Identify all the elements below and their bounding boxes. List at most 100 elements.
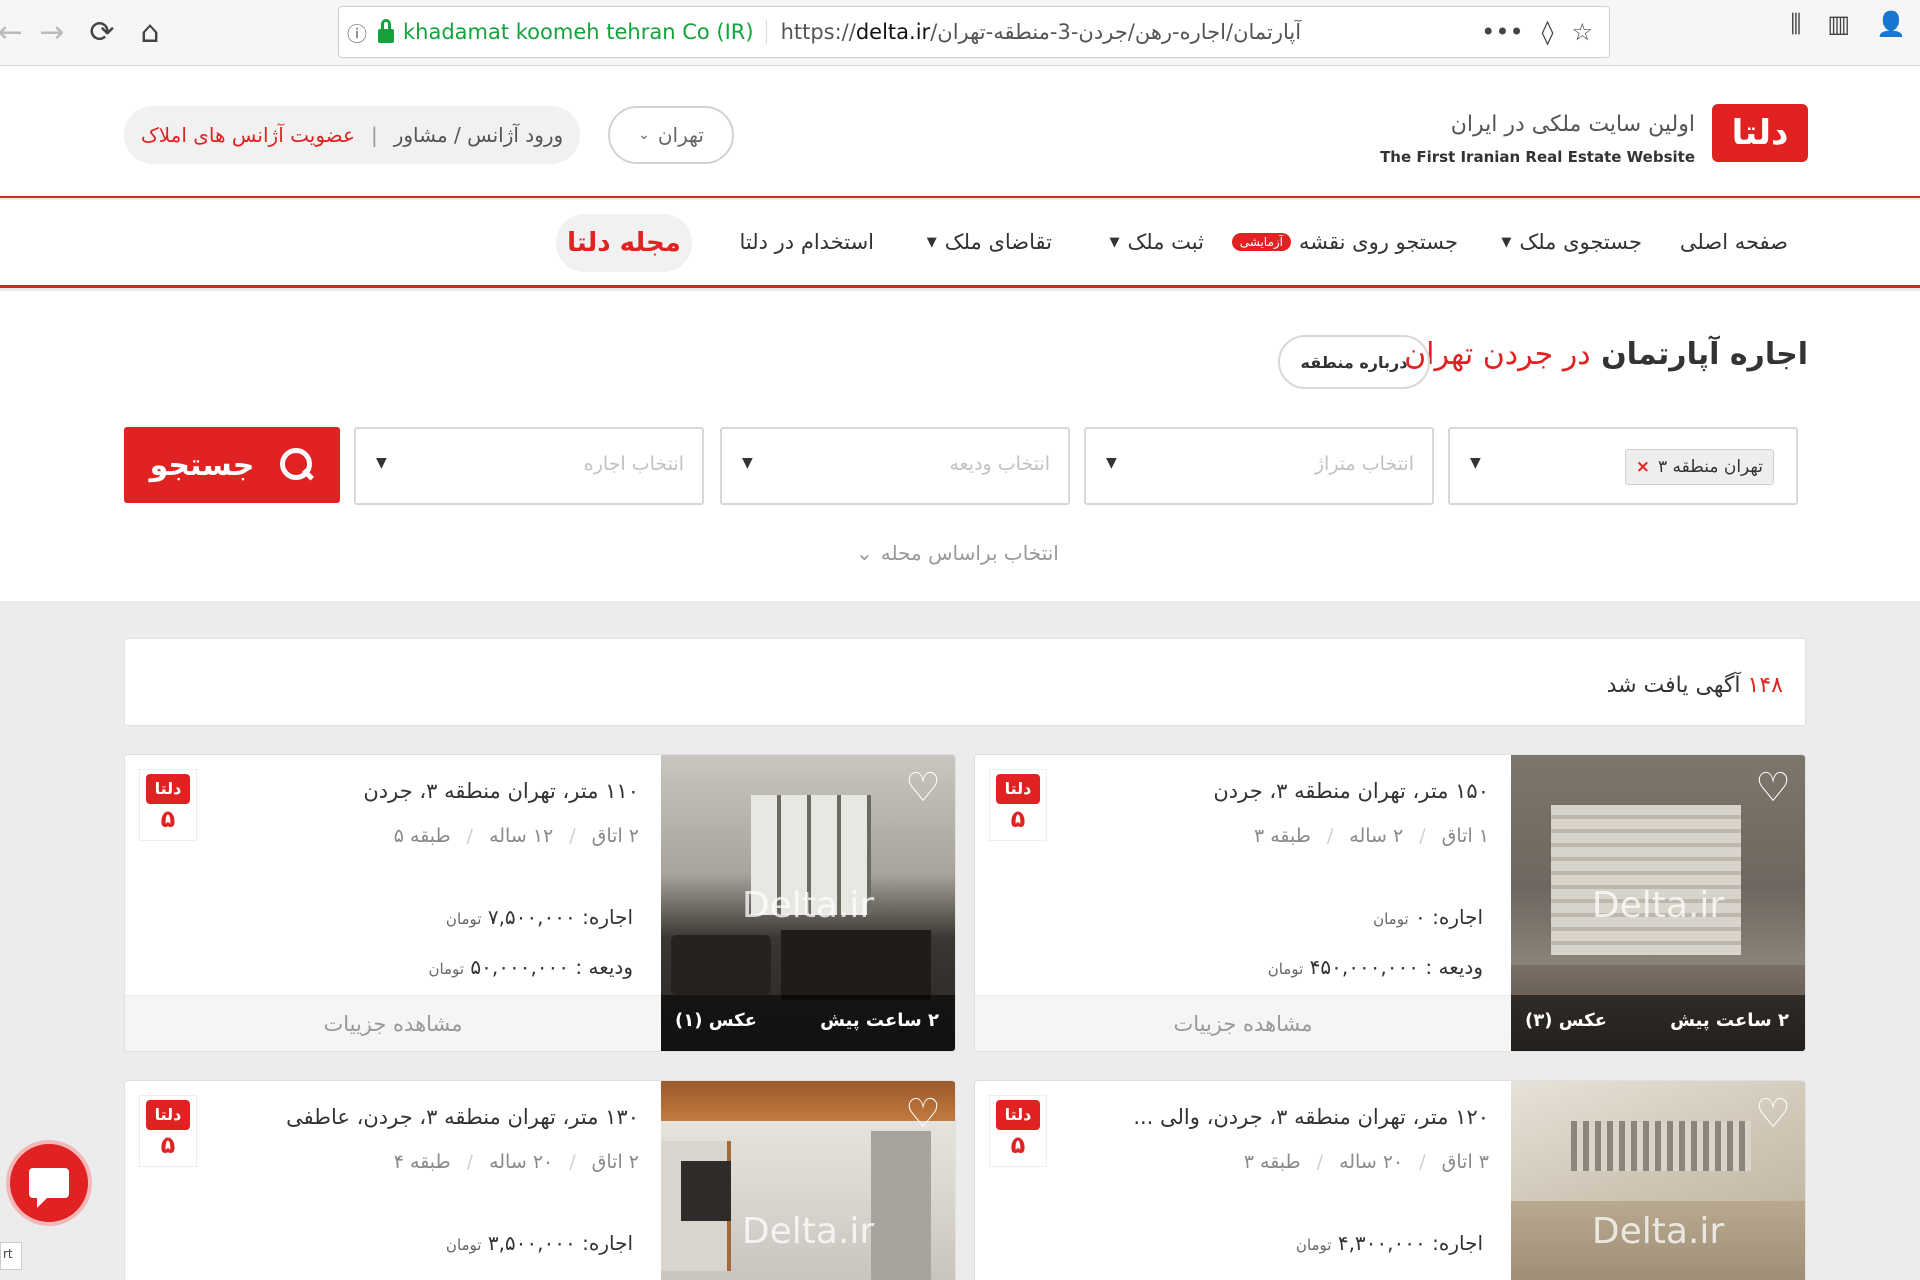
site-header: دلتا اولین سایت ملکی در ایران The First …	[0, 66, 1920, 198]
listing-card[interactable]: Delta.ir ♡ ۲ ساعت پیش عکس (۱) دلتا ۵ ۱۱۰ …	[124, 754, 956, 1052]
chevron-down-icon: ⌄	[638, 127, 650, 143]
about-area-button[interactable]: درباره منطقه	[1278, 335, 1430, 389]
photo-watermark: Delta.ir	[741, 1211, 875, 1252]
dropdown-arrow-icon: ▼	[376, 455, 387, 471]
heart-icon[interactable]: ♡	[1755, 1091, 1791, 1137]
area-placeholder: انتخاب متراژ	[1314, 453, 1414, 475]
nav-home[interactable]: صفحه اصلی	[1680, 230, 1788, 254]
listing-photo[interactable]: Delta.ir ♡	[1511, 1081, 1805, 1280]
region-filter[interactable]: تهران منطقه ۳ × ▼	[1448, 427, 1798, 505]
listing-rent: اجاره: ۴,۳۰۰,۰۰۰ تومان	[1295, 1231, 1483, 1255]
chevron-down-icon: ⌄	[856, 541, 873, 565]
neighborhood-toggle[interactable]: انتخاب براساس محله ⌄	[856, 541, 1059, 565]
listing-rent: اجاره: ۰ تومان	[1373, 905, 1483, 929]
heart-icon[interactable]: ♡	[905, 1091, 941, 1137]
dropdown-arrow-icon: ▼	[1106, 455, 1117, 471]
agency-logo[interactable]: دلتا ۵	[989, 1095, 1047, 1167]
neighborhood-toggle-label: انتخاب براساس محله	[880, 541, 1059, 565]
listing-specs: ۲ اتاق/۲۰ ساله / طبقه ۴	[393, 1151, 639, 1173]
nav-property-request[interactable]: تقاضای ملک ▼	[927, 230, 1052, 254]
nav-search-property[interactable]: جستجوی ملک ▼	[1501, 230, 1642, 254]
nav-register-property[interactable]: ثبت ملک ▼	[1110, 230, 1204, 254]
lock-icon	[375, 19, 397, 43]
nav-jobs[interactable]: استخدام در دلتا	[739, 230, 874, 254]
main-nav: صفحه اصلی جستجوی ملک ▼ جستجو روی نقشه آزما…	[0, 200, 1920, 288]
nav-magazine[interactable]: مجله دلتا	[556, 214, 692, 272]
search-panel: اجاره آپارتمان در جردن تهران درباره منطق…	[0, 291, 1920, 601]
corner-tab[interactable]: rt	[0, 1242, 22, 1270]
listing-rent: اجاره: ۷,۵۰۰,۰۰۰ تومان	[445, 905, 633, 929]
view-details-button[interactable]: مشاهده جزییات	[125, 995, 661, 1051]
reload-button[interactable]: ⟳	[80, 11, 124, 55]
bookmark-star-icon[interactable]: ☆	[1571, 18, 1593, 46]
posted-time: ۲ ساعت پیش	[820, 1010, 939, 1031]
listing-photo[interactable]: Delta.ir ♡ ۲ ساعت پیش عکس (۳)	[1511, 755, 1805, 1051]
listing-rent: اجاره: ۳,۵۰۰,۰۰۰ تومان	[445, 1231, 633, 1255]
listing-photo[interactable]: Delta.ir ♡	[661, 1081, 955, 1280]
caret-down-icon: ▼	[1501, 234, 1512, 250]
home-button[interactable]: ⌂	[128, 11, 172, 55]
url-text[interactable]: https://delta.ir/آپارتمان/اجاره-رهن/جردن…	[767, 20, 1482, 44]
listing-deposit: ودیعه : ۴۵۰,۰۰۰,۰۰۰ تومان	[1267, 955, 1483, 979]
listing-title[interactable]: ۱۳۰ متر، تهران منطقه ۳، جردن، عاطفی	[286, 1105, 639, 1129]
forward-button[interactable]: →	[30, 11, 74, 55]
photo-count: عکس (۱)	[675, 1010, 757, 1031]
photo-count: عکس (۳)	[1525, 1010, 1607, 1031]
listing-specs: ۲ اتاق/۱۲ ساله / طبقه ۵	[393, 825, 639, 847]
photo-overlay: ۲ ساعت پیش عکس (۳)	[1511, 995, 1805, 1051]
agency-separator: |	[370, 123, 378, 147]
library-icon[interactable]: ⫼	[1790, 10, 1801, 38]
agency-logo[interactable]: دلتا ۵	[989, 769, 1047, 841]
dropdown-arrow-icon: ▼	[1470, 455, 1481, 471]
tagline-english: The First Iranian Real Estate Website	[1380, 148, 1695, 166]
listing-deposit: ودیعه : ۵۰,۰۰۰,۰۰۰ تومان	[428, 955, 633, 979]
listing-card[interactable]: Delta.ir ♡ دلتا ۵ ۱۲۰ متر، تهران منطقه ۳،…	[974, 1080, 1806, 1280]
site-info-icon[interactable]: ⓘ	[339, 18, 375, 47]
nav-map-search[interactable]: جستجو روی نقشه آزمایشی	[1231, 230, 1458, 254]
address-bar[interactable]: ⓘ khadamat koomeh tehran Co (IR) https:/…	[338, 6, 1610, 58]
search-button[interactable]: جستجو	[124, 427, 340, 503]
listing-title[interactable]: ۱۲۰ متر، تهران منطقه ۳، جردن، والی ...	[1133, 1105, 1489, 1129]
region-tag-label: تهران منطقه ۳	[1658, 457, 1763, 477]
listing-specs: ۱ اتاق/۲ ساله / طبقه ۳	[1253, 825, 1489, 847]
chat-bubble-icon	[29, 1168, 69, 1208]
trial-badge: آزمایشی	[1231, 233, 1291, 251]
listing-card[interactable]: Delta.ir ♡ دلتا ۵ ۱۳۰ متر، تهران منطقه ۳،…	[124, 1080, 956, 1280]
chat-button[interactable]	[6, 1140, 92, 1226]
sidebar-icon[interactable]: ▥	[1827, 10, 1850, 38]
listing-title[interactable]: ۱۵۰ متر، تهران منطقه ۳، جردن	[1213, 779, 1489, 803]
agency-login-link[interactable]: ورود آژانس / مشاور	[394, 123, 564, 147]
view-details-button[interactable]: مشاهده جزییات	[975, 995, 1511, 1051]
posted-time: ۲ ساعت پیش	[1670, 1010, 1789, 1031]
page-actions-icon[interactable]: •••	[1481, 18, 1523, 46]
city-select[interactable]: تهران ⌄	[608, 106, 734, 164]
photo-watermark: Delta.ir	[1591, 1211, 1725, 1252]
listing-title[interactable]: ۱۱۰ متر، تهران منطقه ۳، جردن	[363, 779, 639, 803]
listing-photo[interactable]: Delta.ir ♡ ۲ ساعت پیش عکس (۱)	[661, 755, 955, 1051]
remove-tag-icon[interactable]: ×	[1636, 457, 1650, 477]
area-filter[interactable]: انتخاب متراژ ▼	[1084, 427, 1434, 505]
photo-watermark: Delta.ir	[1591, 885, 1725, 926]
pocket-icon[interactable]: ◊	[1542, 18, 1554, 46]
agency-join-link[interactable]: عضویت آژانس های املاک	[141, 123, 355, 147]
caret-down-icon: ▼	[1109, 234, 1120, 250]
back-button[interactable]: ←	[0, 11, 23, 55]
account-icon[interactable]: 👤	[1876, 10, 1906, 38]
listing-card[interactable]: Delta.ir ♡ ۲ ساعت پیش عکس (۳) دلتا ۵ ۱۵۰ …	[974, 754, 1806, 1052]
deposit-placeholder: انتخاب ودیعه	[949, 453, 1050, 475]
results-summary: ۱۴۸ آگهی یافت شد	[124, 638, 1806, 726]
agency-logo[interactable]: دلتا ۵	[139, 1095, 197, 1167]
rent-filter[interactable]: انتخاب اجاره ▼	[354, 427, 704, 505]
region-tag: تهران منطقه ۳ ×	[1624, 449, 1774, 485]
delta-logo[interactable]: دلتا	[1712, 104, 1808, 162]
agency-links: ورود آژانس / مشاور | عضویت آژانس های امل…	[124, 106, 580, 164]
search-icon	[280, 448, 314, 482]
rent-placeholder: انتخاب اجاره	[583, 453, 684, 475]
heart-icon[interactable]: ♡	[1755, 765, 1791, 811]
deposit-filter[interactable]: انتخاب ودیعه ▼	[720, 427, 1070, 505]
agency-logo[interactable]: دلتا ۵	[139, 769, 197, 841]
browser-toolbar: ← → ⟳ ⌂ ⓘ khadamat koomeh tehran Co (IR)…	[0, 0, 1920, 66]
heart-icon[interactable]: ♡	[905, 765, 941, 811]
dropdown-arrow-icon: ▼	[742, 455, 753, 471]
caret-down-icon: ▼	[926, 234, 937, 250]
